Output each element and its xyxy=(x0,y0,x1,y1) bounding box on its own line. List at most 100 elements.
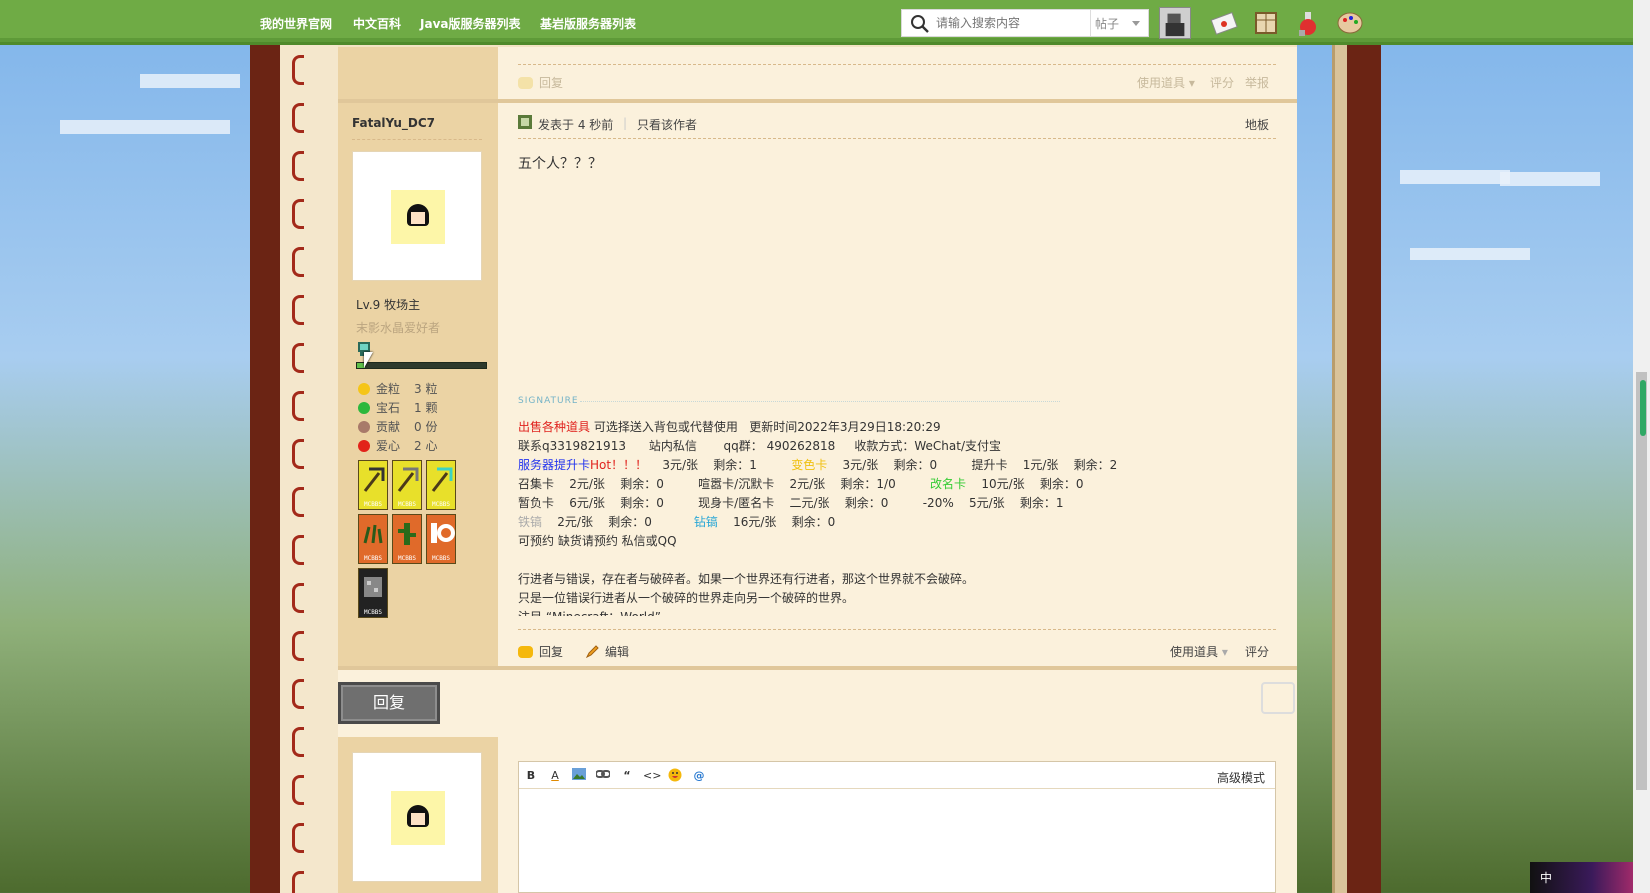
post-separator xyxy=(338,99,1297,103)
medal-label: MCBBS xyxy=(431,501,451,508)
prev-reply-link[interactable]: 回复 xyxy=(518,74,563,91)
sig-text: 变色卡 xyxy=(791,458,828,472)
chain-link xyxy=(292,55,304,85)
medal-cactus[interactable]: MCBBS xyxy=(392,514,422,564)
medal-pickaxe[interactable]: MCBBS xyxy=(392,460,422,510)
mouse-cursor-icon xyxy=(364,352,373,368)
sig-row: 联系q3319821913 站内私信 qq群： 490262818 收款方式：W… xyxy=(518,439,1002,453)
edit-link[interactable]: 编辑 xyxy=(586,643,629,660)
medal-label: MCBBS xyxy=(363,555,383,562)
medal-plant[interactable]: MCBBS xyxy=(358,514,388,564)
bold-button[interactable]: B xyxy=(523,768,539,784)
medal-anniversary[interactable]: MCBBS xyxy=(426,514,456,564)
stat-label: 爱心 xyxy=(376,439,401,453)
avatar-image xyxy=(391,190,445,244)
scroll-indicator xyxy=(1640,380,1646,436)
user-custom-title: 末影水晶爱好者 xyxy=(356,321,441,335)
nav-wiki[interactable]: 中文百科 xyxy=(353,15,401,32)
player-head-icon xyxy=(1165,13,1185,37)
image-icon[interactable] xyxy=(571,768,587,784)
nav-official-site[interactable]: 我的世界官网 xyxy=(260,15,332,32)
search-icon[interactable] xyxy=(910,14,930,34)
medal-label: MCBBS xyxy=(397,501,417,508)
sig-row: 只是一位错误行进者从一个破碎的世界走向另一个破碎的世界。 xyxy=(518,591,855,605)
reply-editor[interactable]: B A “ <> @ 高级模式 xyxy=(518,761,1276,893)
ime-indicator[interactable]: 中 xyxy=(1530,862,1633,893)
user-avatar-button[interactable] xyxy=(1159,7,1191,39)
sig-text: 出售各种道具 xyxy=(518,420,591,434)
signature: 出售各种道具 可选择送入背包或代替使用 更新时间2022年3月29日18:20:… xyxy=(518,418,1238,616)
message-icon[interactable] xyxy=(1209,8,1239,38)
prev-tools-menu[interactable]: 使用道具 ▾ xyxy=(1137,74,1195,91)
crafting-table-icon[interactable] xyxy=(1251,8,1281,38)
smiley-icon[interactable] xyxy=(667,768,683,784)
search-type-select[interactable]: 帖子 xyxy=(1090,10,1148,36)
reply-bubble-icon xyxy=(518,646,533,658)
medal-pickaxe[interactable]: MCBBS xyxy=(426,460,456,510)
cloud xyxy=(140,74,240,88)
reply-label: 回复 xyxy=(539,645,564,659)
prev-rate-link[interactable]: 评分 xyxy=(1210,74,1234,91)
palette-icon[interactable] xyxy=(1335,8,1365,38)
post-separator xyxy=(338,666,1297,670)
chain-link xyxy=(292,727,304,757)
medal-label: MCBBS xyxy=(431,555,451,562)
page-frame-right xyxy=(1347,45,1381,893)
post-time: 发表于 4 秒前 xyxy=(538,118,614,132)
medal-pickaxe[interactable]: MCBBS xyxy=(358,460,388,510)
medal-ore[interactable]: MCBBS xyxy=(358,568,388,618)
only-author-link[interactable]: 只看该作者 xyxy=(637,116,697,133)
advanced-mode-link[interactable]: 高级模式 xyxy=(1217,769,1265,786)
sig-text: 改名卡 xyxy=(930,477,967,491)
chain-link xyxy=(292,679,304,709)
potion-icon[interactable] xyxy=(1293,8,1323,38)
nav-java-servers[interactable]: Java版服务器列表 xyxy=(420,15,520,32)
ime-label: 中 xyxy=(1540,871,1553,885)
sig-text: 10元/张 剩余：0 xyxy=(966,477,1084,491)
avatar-image xyxy=(391,791,445,845)
code-button[interactable]: <> xyxy=(643,768,661,784)
stat-value: 2 心 xyxy=(414,439,438,453)
divider xyxy=(518,138,1276,139)
tools-menu[interactable]: 使用道具 ▾ xyxy=(1170,643,1228,660)
pickaxe-icon xyxy=(363,467,385,492)
chain-link xyxy=(292,151,304,181)
rate-link[interactable]: 评分 xyxy=(1245,643,1269,660)
reply-button[interactable]: 回复 xyxy=(338,682,440,724)
nav-bedrock-servers[interactable]: 基岩版服务器列表 xyxy=(540,15,636,32)
post-content: 五个人？？？ xyxy=(518,156,602,172)
quote-button[interactable]: “ xyxy=(619,768,635,784)
medal-label: MCBBS xyxy=(363,609,383,616)
medal-label: MCBBS xyxy=(363,501,383,508)
pencil-icon xyxy=(586,645,599,658)
sig-row: 行进者与错误，存在者与破碎者。如果一个世界还有行进者，那这个世界就不会破碎。 xyxy=(518,572,975,586)
meta-divider: | xyxy=(623,116,628,130)
prev-post-top xyxy=(338,45,1297,47)
reply-link[interactable]: 回复 xyxy=(518,643,563,660)
stat-value: 3 粒 xyxy=(414,382,438,396)
chain-link xyxy=(292,487,304,517)
chain-link xyxy=(292,535,304,565)
post-author-name[interactable]: FatalYu_DC7 xyxy=(352,116,435,130)
chain-link xyxy=(292,343,304,373)
stat-value: 1 颗 xyxy=(414,401,438,415)
stat-label: 宝石 xyxy=(376,401,401,415)
chain-link xyxy=(292,103,304,133)
fast-reply-toggle-icon[interactable] xyxy=(1261,682,1295,714)
prev-report-link[interactable]: 举报 xyxy=(1245,74,1269,91)
mention-button[interactable]: @ xyxy=(691,768,707,784)
page-frame-left-inner xyxy=(280,45,338,893)
chain-link xyxy=(292,631,304,661)
chain-link xyxy=(292,439,304,469)
search-input[interactable] xyxy=(936,13,1084,33)
font-color-button[interactable]: A xyxy=(547,768,563,784)
editor-toolbar: B A “ <> @ 高级模式 xyxy=(519,762,1275,789)
chain-link xyxy=(292,199,304,229)
user-level[interactable]: Lv.9 牧场主 xyxy=(356,296,420,313)
author-avatar[interactable] xyxy=(352,151,482,281)
sig-row: 服务器提升卡Hot！！！ 3元/张 剩余：1 变色卡 3元/张 剩余：0 提升卡… xyxy=(518,456,1238,475)
sig-text: 服务器提升卡 xyxy=(518,458,591,472)
link-icon[interactable] xyxy=(595,768,611,784)
chain-link xyxy=(292,295,304,325)
prev-tools-label: 使用道具 xyxy=(1137,76,1186,90)
